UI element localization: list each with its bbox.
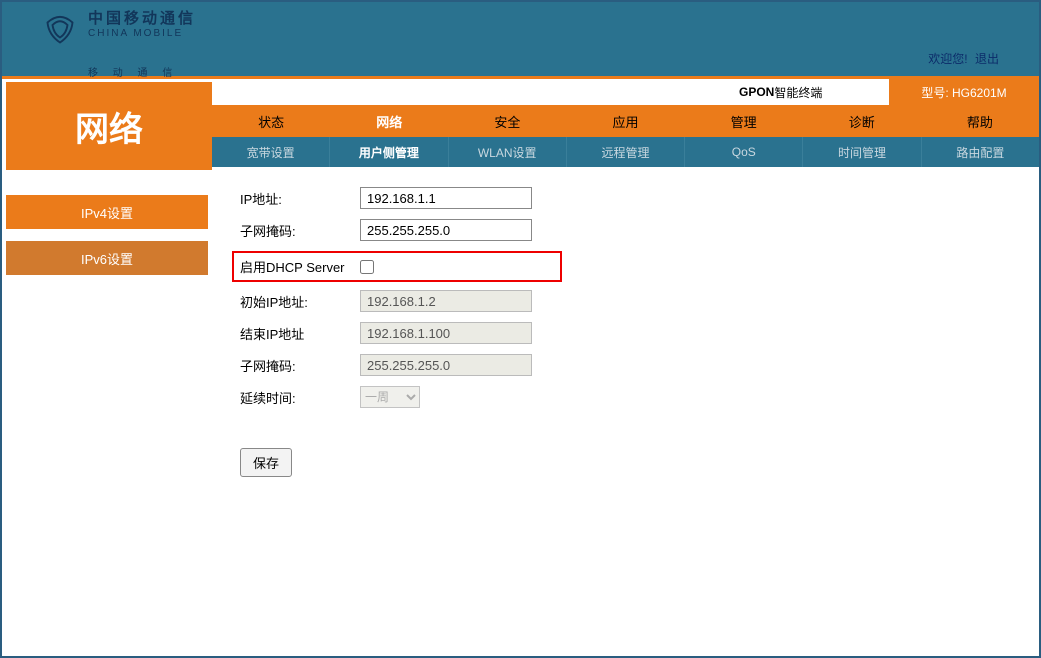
save-button[interactable]: 保存 [240, 448, 292, 477]
enable-dhcp-checkbox[interactable] [360, 260, 374, 274]
sidebar: IPv4设置 IPv6设置 [2, 167, 212, 653]
mainnav-tab-5[interactable]: 诊断 [803, 105, 921, 137]
logout-link[interactable]: 退出 [975, 52, 999, 66]
content-panel: IP地址: 子网掩码: 启用DHCP Server 初始IP地址: 结束IP地址 [212, 167, 1039, 653]
dhcp-mask-label: 子网掩码: [240, 356, 360, 375]
subnav-tab-6[interactable]: 路由配置 [922, 137, 1039, 167]
subnav-tab-0[interactable]: 宽带设置 [212, 137, 330, 167]
subnet-mask-input[interactable] [360, 219, 532, 241]
ip-address-input[interactable] [360, 187, 532, 209]
ip-address-label: IP地址: [240, 189, 360, 208]
end-ip-label: 结束IP地址 [240, 324, 360, 343]
mainnav-tab-4[interactable]: 管理 [685, 105, 803, 137]
welcome-text: 欢迎您! [928, 52, 967, 66]
sub-nav: 宽带设置用户侧管理WLAN设置远程管理QoS时间管理路由配置 [212, 137, 1039, 167]
mainnav-tab-1[interactable]: 网络 [330, 105, 448, 137]
sidebar-item-1[interactable]: IPv6设置 [6, 241, 208, 275]
brand-logo-block: 中国移动通信 CHINA MOBILE 移 动 通 信 专 家 [40, 10, 196, 50]
enable-dhcp-label: 启用DHCP Server [240, 257, 360, 276]
mainnav-tab-0[interactable]: 状态 [212, 105, 330, 137]
mainnav-tab-2[interactable]: 安全 [448, 105, 566, 137]
subnav-tab-2[interactable]: WLAN设置 [449, 137, 567, 167]
top-banner: 中国移动通信 CHINA MOBILE 移 动 通 信 专 家 欢迎您! 退出 [2, 2, 1039, 79]
subnav-tab-3[interactable]: 远程管理 [567, 137, 685, 167]
china-mobile-logo-icon [40, 10, 80, 50]
start-ip-input[interactable] [360, 290, 532, 312]
welcome-block: 欢迎您! 退出 [928, 50, 999, 67]
main-nav: 状态网络安全应用管理诊断帮助 [212, 105, 1039, 137]
subnet-mask-label: 子网掩码: [240, 221, 360, 240]
subnav-tab-1[interactable]: 用户侧管理 [330, 137, 448, 167]
brand-name-en: CHINA MOBILE [88, 28, 196, 39]
dhcp-highlight-box: 启用DHCP Server [232, 251, 562, 282]
start-ip-label: 初始IP地址: [240, 292, 360, 311]
lease-time-select[interactable]: 一周 [360, 386, 420, 408]
subnav-tab-4[interactable]: QoS [685, 137, 803, 167]
dhcp-mask-input[interactable] [360, 354, 532, 376]
device-type-label: GPON智能终端 [729, 79, 889, 105]
page-title: 网络 [6, 82, 212, 170]
mainnav-tab-6[interactable]: 帮助 [921, 105, 1039, 137]
brand-name-cn: 中国移动通信 [88, 10, 196, 28]
mainnav-tab-3[interactable]: 应用 [566, 105, 684, 137]
lease-time-label: 延续时间: [240, 388, 360, 407]
device-model-label: 型号: HG6201M [889, 79, 1039, 105]
subnav-tab-5[interactable]: 时间管理 [803, 137, 921, 167]
sidebar-item-0[interactable]: IPv4设置 [6, 195, 208, 229]
end-ip-input[interactable] [360, 322, 532, 344]
